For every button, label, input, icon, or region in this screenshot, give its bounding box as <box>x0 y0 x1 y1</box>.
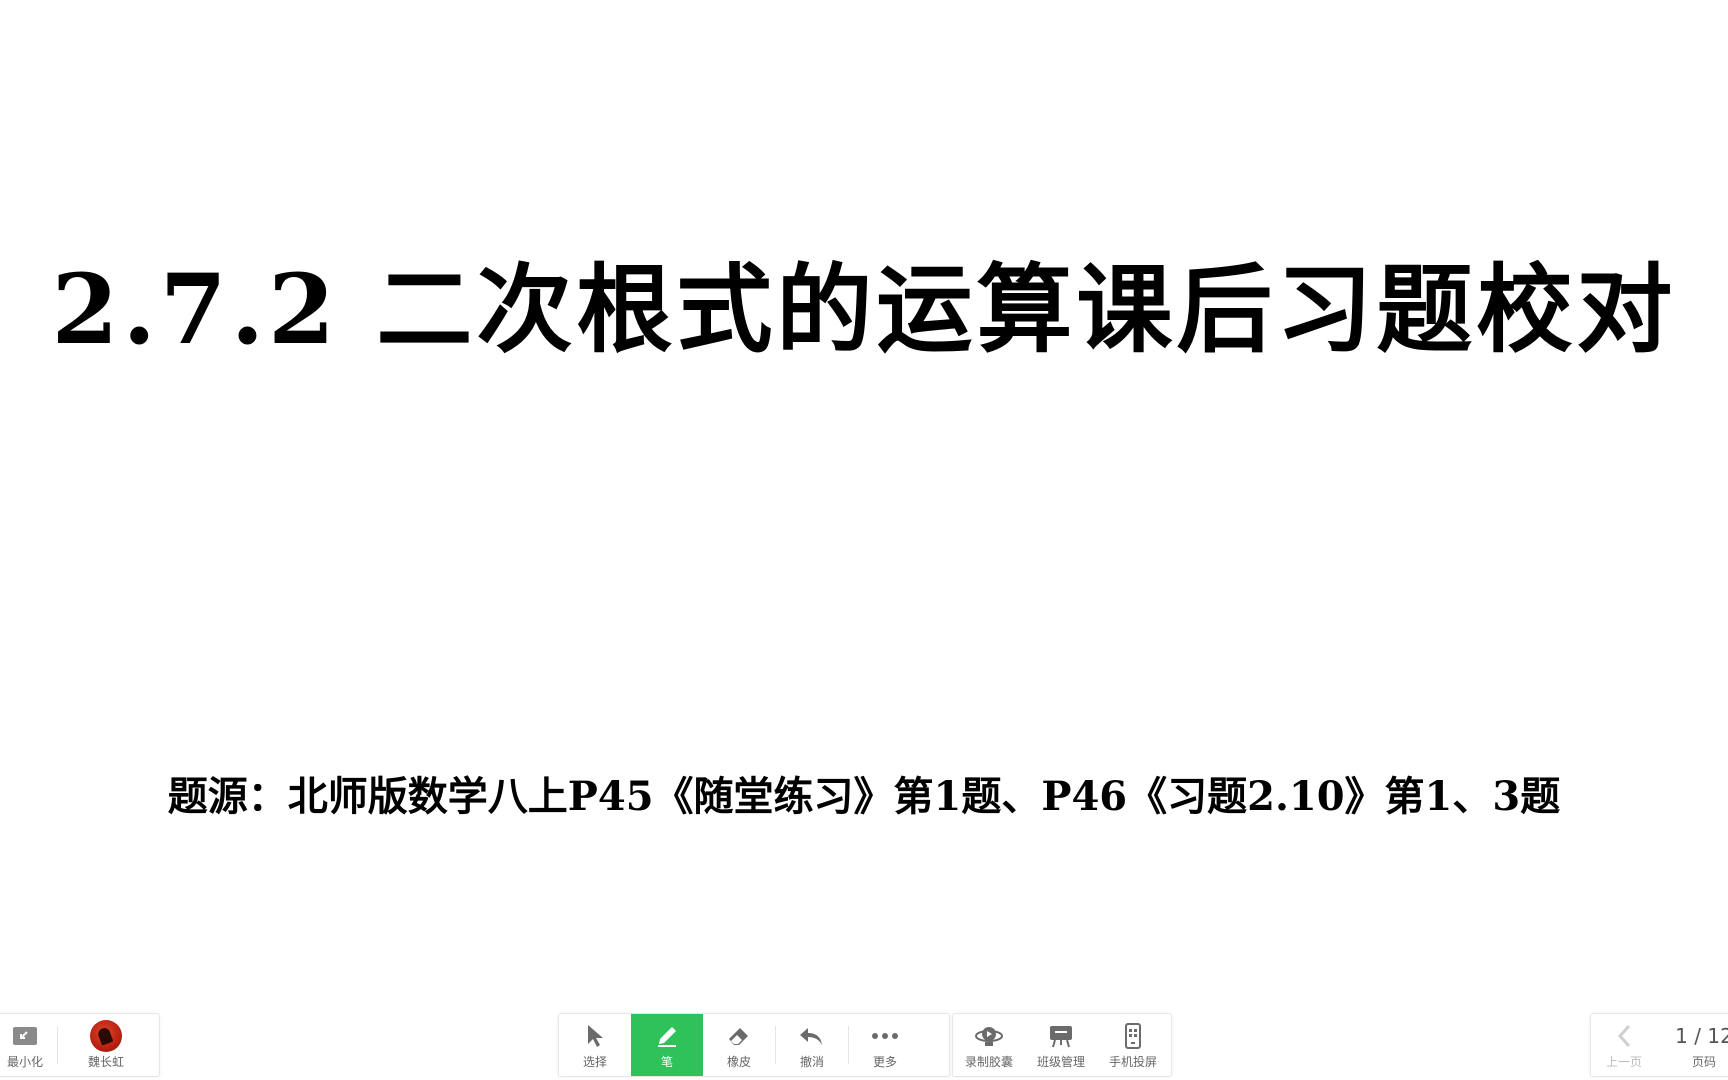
class-manage-label: 班级管理 <box>1036 1054 1085 1069</box>
cursor-icon <box>584 1021 606 1051</box>
record-capsule-icon <box>974 1021 1004 1051</box>
phone-cast-label: 手机投屏 <box>1108 1054 1157 1069</box>
more-dots-icon <box>870 1021 900 1051</box>
more-label: 更多 <box>872 1054 897 1069</box>
pen-label: 笔 <box>660 1054 673 1069</box>
prev-page-button[interactable]: 上一页 <box>1591 1014 1657 1076</box>
slide-title: 2.7.2 二次根式的运算课后习题校对 <box>51 253 1677 366</box>
page-indicator: 1 / 12 <box>1675 1023 1728 1048</box>
drawing-toolbar: 选择 笔 橡皮 撤消 更多 <box>558 1013 950 1077</box>
undo-icon <box>798 1021 826 1051</box>
select-button[interactable]: 选择 <box>559 1014 631 1076</box>
user-profile-button[interactable]: 魏长虹 <box>58 1014 154 1076</box>
eraser-button[interactable]: 橡皮 <box>703 1014 775 1076</box>
class-toolbar: 录制胶囊 班级管理 手机投屏 <box>952 1013 1172 1077</box>
user-name: 魏长虹 <box>87 1054 124 1069</box>
pen-icon <box>654 1021 680 1051</box>
left-toolbar: 最小化 魏长虹 <box>0 1013 160 1077</box>
minimize-label: 最小化 <box>6 1054 43 1069</box>
slide-canvas: 2.7.2 二次根式的运算课后习题校对 题源：北师版数学八上P45《随堂练习》第… <box>0 0 1728 1010</box>
avatar <box>90 1019 122 1052</box>
page-toolbar: 上一页 1 / 12 页码 <box>1590 1013 1728 1077</box>
phone-cast-button[interactable]: 手机投屏 <box>1097 1014 1169 1076</box>
minimize-icon <box>12 1021 38 1051</box>
class-manage-button[interactable]: 班级管理 <box>1025 1014 1097 1076</box>
record-capsule-label: 录制胶囊 <box>964 1054 1013 1069</box>
phone-cast-icon <box>1123 1021 1143 1051</box>
page-number-button[interactable]: 1 / 12 页码 <box>1657 1014 1728 1076</box>
minimize-button[interactable]: 最小化 <box>0 1014 57 1076</box>
slide-subtitle: 题源：北师版数学八上P45《随堂练习》第1题、P46《习题2.10》第1、3题 <box>167 773 1561 820</box>
chevron-left-icon <box>1615 1021 1633 1051</box>
select-label: 选择 <box>582 1054 607 1069</box>
prev-page-label: 上一页 <box>1605 1054 1642 1069</box>
undo-label: 撤消 <box>799 1054 824 1069</box>
undo-button[interactable]: 撤消 <box>776 1014 848 1076</box>
class-manage-icon <box>1048 1021 1074 1051</box>
pen-button[interactable]: 笔 <box>631 1014 703 1076</box>
more-button[interactable]: 更多 <box>849 1014 921 1076</box>
eraser-icon <box>725 1021 753 1051</box>
eraser-label: 橡皮 <box>726 1054 751 1069</box>
page-label: 页码 <box>1691 1054 1716 1069</box>
record-capsule-button[interactable]: 录制胶囊 <box>953 1014 1025 1076</box>
